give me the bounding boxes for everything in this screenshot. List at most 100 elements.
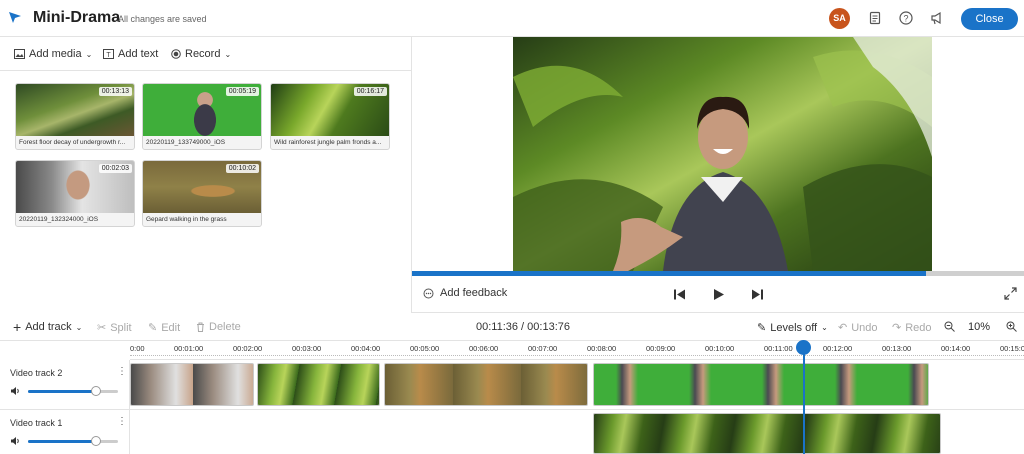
record-button[interactable]: Record ⌄ (171, 48, 231, 60)
media-item[interactable]: 00:05:19 20220119_133749000_iOS (142, 83, 262, 150)
track-lane-video-1[interactable] (130, 410, 1024, 454)
logo-icon (9, 12, 21, 23)
undo-icon: ↶ (838, 322, 848, 334)
image-icon (14, 49, 25, 59)
split-label: Split (110, 321, 132, 334)
skip-back-icon[interactable] (673, 288, 686, 301)
chevron-down-icon: ⌄ (224, 49, 232, 59)
trash-icon (197, 322, 204, 332)
zoom-in-icon[interactable] (1006, 321, 1017, 332)
media-item[interactable]: 00:02:03 20220119_132324000_iOS (15, 160, 135, 227)
record-label: Record (185, 48, 221, 60)
timeline-clip[interactable] (257, 363, 380, 406)
feedback-icon (423, 288, 434, 298)
ruler-tick: 0:00 (130, 344, 145, 353)
announcement-icon[interactable] (929, 10, 945, 26)
more-options-icon[interactable]: ⋮ (117, 366, 127, 377)
delete-button[interactable]: Delete (196, 321, 241, 333)
feedback-label: Add feedback (440, 287, 508, 299)
ruler-tick: 00:09:00 (646, 344, 676, 353)
ruler-tick: 00:01:00 (174, 344, 204, 353)
timeline-clip[interactable] (593, 363, 929, 406)
ruler-tick: 00:05:00 (410, 344, 440, 353)
timeline-clip[interactable] (593, 413, 941, 454)
playhead[interactable] (803, 346, 805, 454)
track-header-video-1: Video track 1 ⋮ (0, 410, 130, 454)
video-preview[interactable] (513, 37, 932, 271)
timeline-toolbar: + Add track ⌄ ✂ Split ✎ Edit Delete 00:1… (0, 313, 1024, 341)
timeline-clip[interactable] (384, 363, 588, 406)
chevron-down-icon: ⌄ (821, 323, 828, 332)
media-duration: 00:13:13 (98, 87, 132, 96)
media-item[interactable]: 00:16:17 Wild rainforest jungle palm fro… (270, 83, 390, 150)
ruler-tick: 00:14:00 (941, 344, 971, 353)
skip-forward-icon[interactable] (751, 288, 764, 301)
ruler-tick: 00:10:00 (705, 344, 735, 353)
media-caption: 20220119_133749000_iOS (143, 136, 261, 149)
add-text-label: Add text (118, 48, 159, 60)
levels-label: Levels off (770, 321, 818, 334)
add-track-button[interactable]: + Add track ⌄ (13, 319, 82, 335)
add-media-button[interactable]: Add media ⌄ (14, 48, 92, 60)
ruler-tick: 00:12:00 (823, 344, 853, 353)
delete-label: Delete (209, 321, 241, 333)
volume-slider[interactable] (28, 436, 118, 446)
ruler-tick: 00:04:00 (351, 344, 381, 353)
ruler-tick: 00:03:00 (292, 344, 322, 353)
levels-dropdown[interactable]: ✎ Levels off ⌄ (757, 321, 828, 335)
split-button[interactable]: ✂ Split (97, 321, 132, 335)
save-status: All changes are saved (118, 14, 207, 24)
edit-label: Edit (161, 321, 181, 334)
volume-icon[interactable] (10, 436, 20, 446)
ruler-tick: 00:02:00 (233, 344, 263, 353)
add-feedback-button[interactable]: Add feedback (423, 287, 507, 299)
volume-icon[interactable] (10, 386, 20, 396)
timeline-ruler[interactable]: 0:00 00:01:00 00:02:00 00:03:00 00:04:00 00:0… (130, 341, 1024, 360)
text-icon: T (103, 49, 114, 59)
project-title[interactable]: Mini-Drama (33, 9, 120, 27)
timeline-clip[interactable] (130, 363, 254, 406)
ruler-tick: 00:07:00 (528, 344, 558, 353)
media-toolbar: Add media ⌄ T Add text Record ⌄ (0, 37, 412, 71)
media-duration: 00:05:19 (225, 87, 259, 96)
app-header: Mini-Drama All changes are saved SA ? Cl… (0, 0, 1024, 37)
more-options-icon[interactable]: ⋮ (117, 416, 127, 427)
media-item[interactable]: 00:10:02 Gepard walking in the grass (142, 160, 262, 227)
play-icon[interactable] (712, 288, 725, 301)
playhead-handle[interactable] (796, 340, 811, 355)
plus-icon: + (13, 319, 22, 335)
volume-fill (28, 440, 96, 443)
volume-slider[interactable] (28, 386, 118, 396)
timecode: 00:11:36 / 00:13:76 (476, 321, 570, 333)
ruler-dots (130, 355, 1024, 356)
avatar[interactable]: SA (829, 8, 850, 29)
edit-button[interactable]: ✎ Edit (148, 321, 181, 335)
zoom-out-icon[interactable] (944, 321, 955, 332)
media-caption: Wild rainforest jungle palm fronds a... (271, 136, 389, 149)
media-caption: 20220119_132324000_iOS (16, 213, 134, 226)
help-icon[interactable]: ? (898, 10, 914, 26)
media-item[interactable]: 00:13:13 Forest floor decay of undergrow… (15, 83, 135, 150)
close-button[interactable]: Close (961, 8, 1018, 30)
media-duration: 00:02:03 (98, 164, 132, 173)
zoom-level: 10% (968, 321, 991, 333)
media-duration: 00:16:17 (353, 87, 387, 96)
ruler-tick: 00:15:0 (1000, 344, 1024, 353)
media-library: 00:13:13 Forest floor decay of undergrow… (0, 71, 412, 313)
redo-icon: ↷ (892, 322, 902, 334)
ruler-tick: 00:08:00 (587, 344, 617, 353)
ruler-tick: 00:06:00 (469, 344, 499, 353)
notes-icon[interactable] (867, 10, 883, 26)
track-name: Video track 2 (10, 368, 63, 378)
track-name: Video track 1 (10, 418, 63, 428)
volume-knob[interactable] (91, 386, 101, 396)
track-header-video-2: Video track 2 ⋮ (0, 360, 130, 410)
fullscreen-icon[interactable] (1004, 287, 1017, 300)
add-text-button[interactable]: T Add text (103, 48, 158, 60)
svg-text:?: ? (903, 13, 908, 23)
undo-button[interactable]: ↶ Undo (838, 321, 878, 335)
volume-knob[interactable] (91, 436, 101, 446)
redo-button[interactable]: ↷ Redo (892, 321, 932, 335)
record-icon (171, 49, 181, 59)
track-lane-video-2[interactable] (130, 360, 1024, 410)
